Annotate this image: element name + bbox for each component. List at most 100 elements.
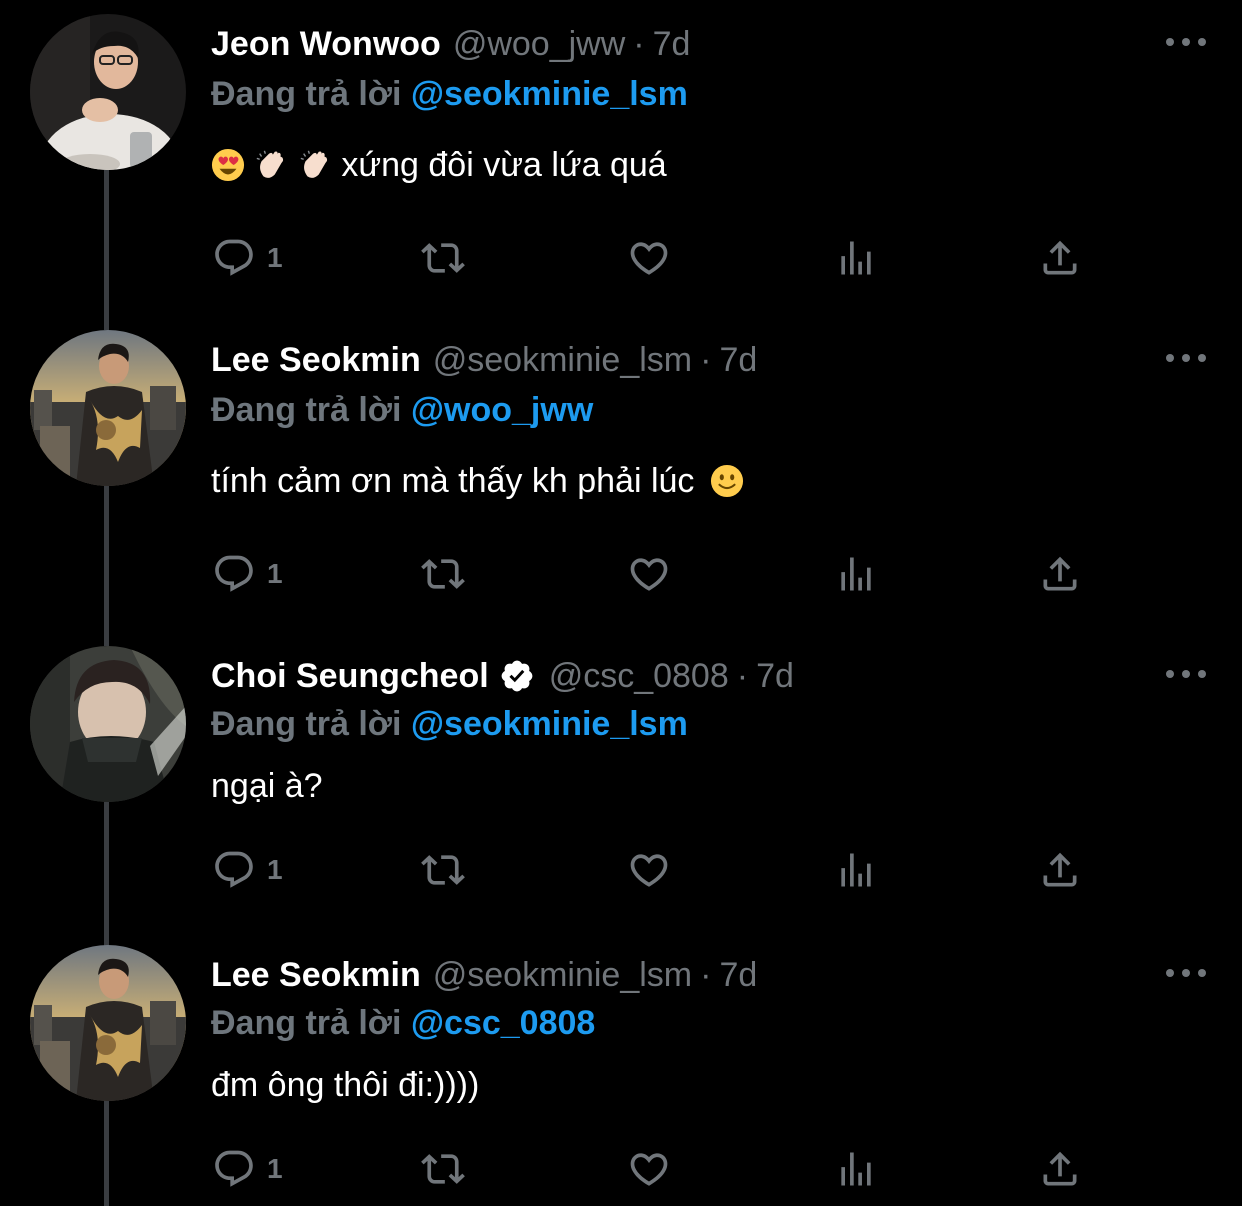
replying-to-link[interactable]: @seokminie_lsm xyxy=(411,75,688,113)
reply-bubble-icon xyxy=(215,1150,253,1187)
reply-count: 1 xyxy=(267,558,283,589)
retweet-button[interactable] xyxy=(417,1147,469,1191)
replying-to-link[interactable]: @seokminie_lsm xyxy=(411,705,688,743)
slightly-smiling-face-emoji-icon xyxy=(710,464,743,498)
share-icon xyxy=(1043,852,1077,887)
replying-label: Đang trả lời xyxy=(211,75,402,113)
separator-dot: · xyxy=(736,657,749,695)
replying-to-link[interactable]: @csc_0808 xyxy=(411,1004,595,1042)
replying-to: Đang trả lời @seokminie_lsm xyxy=(211,74,688,114)
reply-button[interactable]: 1 xyxy=(211,236,283,280)
tweet-body: tính cảm ơn mà thấy kh phải lúc xyxy=(211,462,695,500)
timestamp[interactable]: 7d xyxy=(719,340,757,380)
more-options-icon[interactable] xyxy=(1166,961,1206,985)
tweet-header: Jeon Wonwoo @woo_jww · 7d xyxy=(211,24,690,64)
avatar-lee-seokmin[interactable] xyxy=(30,945,186,1101)
retweet-button[interactable] xyxy=(417,552,469,596)
retweet-icon xyxy=(421,243,465,273)
author-name[interactable]: Choi Seungcheol xyxy=(211,656,489,696)
reply-bubble-icon xyxy=(215,555,253,592)
replying-to-link[interactable]: @woo_jww xyxy=(411,391,593,429)
analytics-icon xyxy=(841,557,871,591)
avatar-lee-seokmin[interactable] xyxy=(30,330,186,486)
tweet-text: đm ông thôi đi:)))) xyxy=(211,1065,479,1105)
heart-icon xyxy=(630,854,668,887)
reply-button[interactable]: 1 xyxy=(211,1147,283,1191)
replying-label: Đang trả lời xyxy=(211,391,402,429)
author-handle[interactable]: @csc_0808 xyxy=(549,656,729,696)
heart-eyes-emoji-icon xyxy=(211,148,245,182)
retweet-button[interactable] xyxy=(417,848,469,892)
like-button[interactable] xyxy=(625,552,673,596)
reply-bubble-icon xyxy=(215,239,253,276)
reply-bubble-icon xyxy=(215,851,253,888)
verified-badge-icon xyxy=(501,660,533,692)
timestamp[interactable]: 7d xyxy=(719,955,757,995)
share-button[interactable] xyxy=(1037,1147,1083,1191)
replying-to: Đang trả lời @woo_jww xyxy=(211,390,593,430)
author-handle[interactable]: @woo_jww xyxy=(453,24,625,64)
retweet-icon xyxy=(421,1154,465,1184)
share-icon xyxy=(1043,1151,1077,1186)
like-button[interactable] xyxy=(625,236,673,280)
clapping-hands-emoji-icon xyxy=(257,150,284,178)
tweet-body: xứng đôi vừa lứa quá xyxy=(341,146,667,184)
share-button[interactable] xyxy=(1037,236,1083,280)
tweet-header: Choi Seungcheol @csc_0808 · 7d xyxy=(211,656,794,696)
reply-button[interactable]: 1 xyxy=(211,848,283,892)
views-button[interactable] xyxy=(833,236,879,280)
share-button[interactable] xyxy=(1037,552,1083,596)
replying-to: Đang trả lời @csc_0808 xyxy=(211,1003,595,1043)
reply-count: 1 xyxy=(267,242,283,273)
heart-icon xyxy=(630,242,668,275)
clapping-hands-emoji-icon xyxy=(300,150,327,178)
reply-count: 1 xyxy=(267,854,283,885)
tweet-header: Lee Seokmin @seokminie_lsm · 7d xyxy=(211,955,757,995)
tweet-body: đm ông thôi đi:)))) xyxy=(211,1066,480,1104)
tweet[interactable]: Lee Seokmin @seokminie_lsm · 7d Đang trả… xyxy=(0,316,1242,632)
more-options-icon[interactable] xyxy=(1166,662,1206,686)
tweet-header: Lee Seokmin @seokminie_lsm · 7d xyxy=(211,340,757,380)
timestamp[interactable]: 7d xyxy=(756,656,794,696)
retweet-button[interactable] xyxy=(417,236,469,280)
views-button[interactable] xyxy=(833,1147,879,1191)
author-name[interactable]: Lee Seokmin xyxy=(211,955,421,995)
avatar-jeon-wonwoo[interactable] xyxy=(30,14,186,170)
tweet[interactable]: Lee Seokmin @seokminie_lsm · 7d Đang trả… xyxy=(0,931,1242,1206)
reply-button[interactable]: 1 xyxy=(211,552,283,596)
timestamp[interactable]: 7d xyxy=(653,24,691,64)
author-handle[interactable]: @seokminie_lsm xyxy=(433,340,692,380)
analytics-icon xyxy=(841,241,871,275)
retweet-icon xyxy=(421,855,465,885)
more-options-icon[interactable] xyxy=(1166,30,1206,54)
more-options-icon[interactable] xyxy=(1166,346,1206,370)
analytics-icon xyxy=(841,1152,871,1186)
tweet[interactable]: Jeon Wonwoo @woo_jww · 7d Đang trả lời @… xyxy=(0,0,1242,316)
views-button[interactable] xyxy=(833,552,879,596)
separator-dot: · xyxy=(700,956,712,994)
reply-count: 1 xyxy=(267,1153,283,1184)
retweet-icon xyxy=(421,559,465,589)
share-icon xyxy=(1043,556,1077,591)
avatar-choi-seungcheol[interactable] xyxy=(30,646,186,802)
tweet-text: xứng đôi vừa lứa quá xyxy=(211,145,667,185)
replying-label: Đang trả lời xyxy=(211,1004,402,1042)
replying-label: Đang trả lời xyxy=(211,705,402,743)
heart-icon xyxy=(630,558,668,591)
tweet-text: ngại à? xyxy=(211,766,323,806)
heart-icon xyxy=(630,1153,668,1186)
tweet[interactable]: Choi Seungcheol @csc_0808 · 7d Đang trả … xyxy=(0,632,1242,932)
author-handle[interactable]: @seokminie_lsm xyxy=(433,955,692,995)
separator-dot: · xyxy=(633,25,645,63)
like-button[interactable] xyxy=(625,848,673,892)
tweet-body: ngại à? xyxy=(211,767,323,805)
share-button[interactable] xyxy=(1037,848,1083,892)
author-name[interactable]: Lee Seokmin xyxy=(211,340,421,380)
like-button[interactable] xyxy=(625,1147,673,1191)
tweet-text: tính cảm ơn mà thấy kh phải lúc xyxy=(211,461,744,501)
share-icon xyxy=(1043,240,1077,275)
replying-to: Đang trả lời @seokminie_lsm xyxy=(211,704,688,744)
author-name[interactable]: Jeon Wonwoo xyxy=(211,24,441,64)
views-button[interactable] xyxy=(833,848,879,892)
separator-dot: · xyxy=(700,341,712,379)
